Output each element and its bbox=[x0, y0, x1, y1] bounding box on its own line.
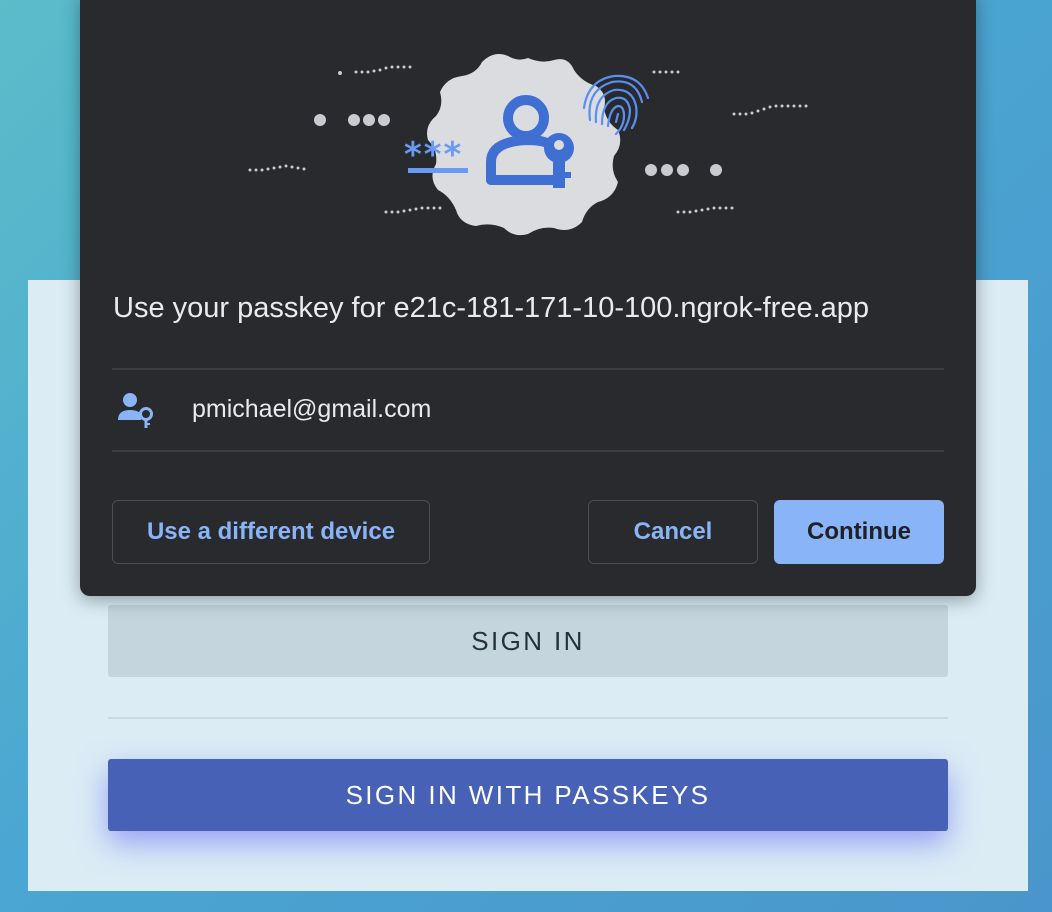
passkey-illustration: *** bbox=[248, 54, 808, 236]
account-email[interactable]: pmichael@gmail.com bbox=[192, 395, 431, 424]
separator-top bbox=[112, 368, 944, 370]
divider bbox=[108, 717, 948, 719]
use-different-device-button[interactable]: Use a different device bbox=[112, 500, 430, 564]
separator-bottom bbox=[112, 450, 944, 452]
continue-button[interactable]: Continue bbox=[774, 500, 944, 564]
passkey-dialog: *** Use your passkey for e21c-181-171-10… bbox=[80, 0, 976, 596]
cancel-button[interactable]: Cancel bbox=[588, 500, 758, 564]
sign-in-button[interactable]: SIGN IN bbox=[108, 605, 948, 677]
sign-in-with-passkeys-button[interactable]: SIGN IN WITH PASSKEYS bbox=[108, 759, 948, 831]
person-key-icon bbox=[118, 393, 153, 428]
password-underline bbox=[408, 168, 468, 173]
dialog-title: Use your passkey for e21c-181-171-10-100… bbox=[113, 292, 870, 324]
